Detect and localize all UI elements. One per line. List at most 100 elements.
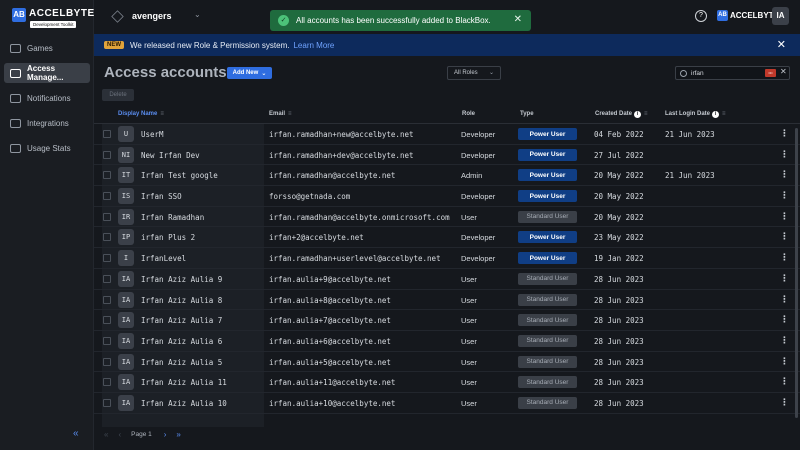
row-checkbox[interactable] <box>103 254 111 263</box>
row-menu-icon[interactable]: ⋮ <box>780 314 789 325</box>
close-icon[interactable]: ✕ <box>514 14 522 25</box>
layers-icon <box>10 143 21 153</box>
learn-more-link[interactable]: Learn More <box>293 41 334 50</box>
row-menu-icon[interactable]: ⋮ <box>780 397 789 408</box>
column-display-name[interactable]: Display Name ≡ <box>118 111 164 117</box>
sidebar-item-label: Games <box>27 43 53 53</box>
avatar: IA <box>118 353 134 370</box>
row-menu-icon[interactable]: ⋮ <box>780 169 789 180</box>
row-checkbox[interactable] <box>103 274 111 283</box>
close-icon[interactable]: ✕ <box>777 38 786 51</box>
project-selector[interactable]: avengers <box>132 11 172 21</box>
brand-switcher[interactable]: AB ACCELBYTE <box>717 10 779 21</box>
first-page-icon[interactable]: « <box>104 430 108 439</box>
type-badge: Power User <box>518 252 577 265</box>
sidebar-item-integrations[interactable]: Integrations <box>4 113 90 133</box>
row-menu-icon[interactable]: ⋮ <box>780 252 789 263</box>
row-checkbox[interactable] <box>103 357 111 366</box>
created-date-cell: 28 Jun 2023 <box>594 336 644 346</box>
row-menu-icon[interactable]: ⋮ <box>780 335 789 346</box>
sidebar-item-notifications[interactable]: Notifications <box>4 88 90 108</box>
vertical-scrollbar[interactable] <box>795 128 798 418</box>
roles-filter-select[interactable]: All Roles ⌄ <box>447 66 501 80</box>
pagination: « ‹ Page 1 › » <box>104 430 191 439</box>
type-badge: Power User <box>518 128 577 140</box>
table-row[interactable]: IA Irfan Aziz Aulia 10 irfan.aulia+10@acce… <box>94 393 800 414</box>
created-date-cell: 27 Jul 2022 <box>594 150 644 160</box>
role-cell: Developer <box>461 254 496 264</box>
add-new-button[interactable]: Add New ⌄ <box>227 67 272 79</box>
chevron-down-icon[interactable]: ⌄ <box>194 10 201 19</box>
table-row[interactable]: IA Irfan Aziz Aulia 6 irfan.aulia+6@accelb… <box>94 331 800 352</box>
created-date-cell: 19 Jan 2022 <box>594 254 644 264</box>
column-email[interactable]: Email ≡ <box>269 111 292 117</box>
sidebar-item-usage-stats[interactable]: Usage Stats <box>4 138 90 158</box>
role-cell: Developer <box>461 130 496 139</box>
type-badge: Power User <box>518 190 577 203</box>
table-row[interactable]: IP irfan Plus 2 irfan+2@accelbyte.net Devel… <box>94 227 800 249</box>
info-icon[interactable]: i <box>712 111 720 118</box>
help-icon[interactable]: ? <box>695 10 707 22</box>
accelbyte-logo[interactable]: AB ACCELBYTE Development Toolkit <box>12 7 94 29</box>
email-cell: irfan.aulia+5@accelbyte.net <box>269 357 391 367</box>
column-last-login-date[interactable]: Last Login Date i ≡ <box>665 111 726 118</box>
announcement-banner: NEW We released new Role & Permission sy… <box>94 34 800 56</box>
row-menu-icon[interactable]: ⋮ <box>780 376 789 387</box>
row-checkbox[interactable] <box>103 150 111 159</box>
search-option-icon[interactable]: ••• <box>765 69 776 77</box>
table-row[interactable]: I IrfanLevel irfan.ramadhan+userlevel@acce… <box>94 248 800 269</box>
avatar: IT <box>118 167 134 184</box>
row-checkbox[interactable] <box>103 316 111 325</box>
column-role: Role <box>462 111 475 117</box>
row-menu-icon[interactable]: ⋮ <box>780 356 789 367</box>
row-checkbox[interactable] <box>103 378 111 387</box>
row-checkbox[interactable] <box>103 212 111 221</box>
last-page-icon[interactable]: » <box>176 430 180 439</box>
row-checkbox[interactable] <box>103 398 111 407</box>
sidebar-item-access-management[interactable]: Access Manage... <box>4 63 90 83</box>
table-row[interactable]: IA Irfan Aziz Aulia 5 irfan.aulia+5@accelb… <box>94 352 800 373</box>
row-menu-icon[interactable]: ⋮ <box>780 211 789 222</box>
success-toast: ✓ All accounts has been successfully add… <box>270 10 531 31</box>
user-avatar[interactable]: IA <box>772 7 789 25</box>
table-row[interactable]: IT Irfan Test google irfan.ramadhan@accelb… <box>94 165 800 187</box>
created-date-cell: 28 Jun 2023 <box>594 316 644 326</box>
table-row[interactable]: IR Irfan Ramadhan irfan.ramadhan@accelbyte… <box>94 207 800 228</box>
row-checkbox[interactable] <box>103 130 111 138</box>
table-row[interactable]: IA Irfan Aziz Aulia 9 irfan.aulia+9@accelb… <box>94 269 800 290</box>
table-row[interactable]: IA Irfan Aziz Aulia 7 irfan.aulia+7@accelb… <box>94 310 800 331</box>
table-row[interactable]: IS Irfan SSO forsso@getnada.com Developer Po… <box>94 186 800 207</box>
prev-page-icon[interactable]: ‹ <box>118 430 121 439</box>
table-row[interactable]: U UserM irfan.ramadhan+new@accelbyte.net De… <box>94 124 800 145</box>
clear-search-icon[interactable]: ✕ <box>780 67 787 76</box>
row-checkbox[interactable] <box>103 233 111 242</box>
display-name-cell: UserM <box>141 130 164 139</box>
delete-button[interactable]: Delete <box>102 89 134 101</box>
table-row[interactable]: IA Irfan Aziz Aulia 8 irfan.aulia+8@accelb… <box>94 290 800 311</box>
table-row[interactable]: IA Irfan Aziz Aulia 11 irfan.aulia+11@acce… <box>94 372 800 393</box>
sidebar-item-label: Access Manage... <box>27 64 64 82</box>
app: AB ACCELBYTE Development Toolkit Games A… <box>0 0 800 450</box>
search-icon <box>680 69 687 77</box>
display-name-cell: Irfan Aziz Aulia 6 <box>141 336 223 346</box>
collapse-sidebar-icon[interactable]: « <box>73 428 79 439</box>
row-checkbox[interactable] <box>103 336 111 345</box>
column-created-date[interactable]: Created Date i ≡ <box>595 111 648 118</box>
row-checkbox[interactable] <box>103 192 111 201</box>
search-input[interactable] <box>691 69 761 77</box>
row-menu-icon[interactable]: ⋮ <box>780 273 789 284</box>
row-checkbox[interactable] <box>103 295 111 304</box>
row-checkbox[interactable] <box>103 171 111 180</box>
table-row[interactable]: NI New Irfan Dev irfan.ramadhan+dev@accelb… <box>94 145 800 166</box>
sidebar-item-games[interactable]: Games <box>4 38 90 58</box>
row-menu-icon[interactable]: ⋮ <box>780 231 789 242</box>
row-menu-icon[interactable]: ⋮ <box>780 190 789 201</box>
table-header: Display Name ≡ Email ≡ Role Type Created D… <box>94 105 800 124</box>
info-icon[interactable]: i <box>634 111 642 118</box>
row-menu-icon[interactable]: ⋮ <box>780 149 789 160</box>
avatar: IA <box>118 394 134 411</box>
next-page-icon[interactable]: › <box>164 430 167 439</box>
row-menu-icon[interactable]: ⋮ <box>780 128 789 139</box>
row-menu-icon[interactable]: ⋮ <box>780 294 789 305</box>
avatar: IS <box>118 188 134 205</box>
